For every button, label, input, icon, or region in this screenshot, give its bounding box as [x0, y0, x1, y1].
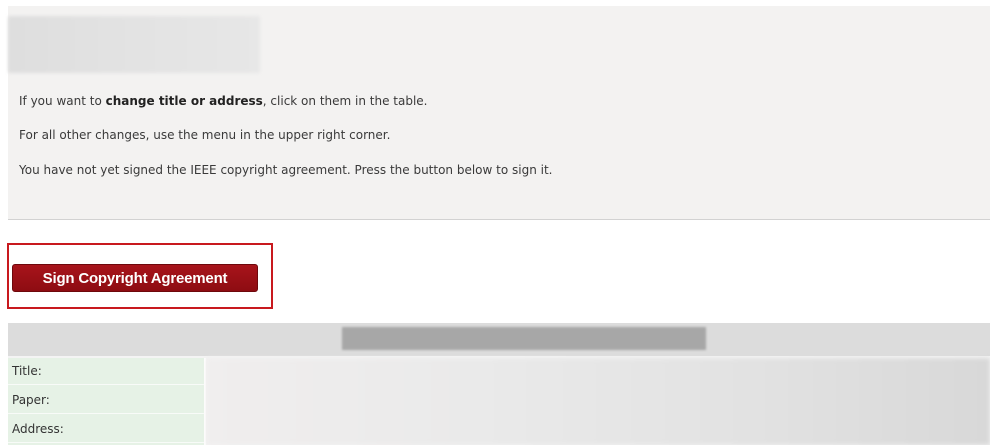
instruction-emphasis: change title or address — [105, 94, 263, 108]
title-label[interactable]: Title: — [8, 358, 204, 385]
paper-details-table: Title: Paper: Address: — [8, 323, 990, 445]
instruction-suffix: , click on them in the table. — [262, 94, 428, 108]
instruction-prefix: If you want to — [19, 94, 106, 108]
change-title-instruction: If you want to change title or address, … — [19, 93, 427, 109]
other-changes-instruction: For all other changes, use the menu in t… — [19, 128, 391, 142]
info-panel: If you want to change title or address, … — [8, 6, 990, 220]
copyright-status-message: You have not yet signed the IEEE copyrig… — [19, 163, 553, 177]
redacted-heading — [8, 16, 260, 73]
paper-label: Paper: — [8, 387, 204, 414]
address-label[interactable]: Address: — [8, 416, 204, 443]
redacted-values — [206, 358, 990, 445]
table-header — [8, 323, 990, 356]
redacted-table-heading — [342, 327, 706, 350]
sign-copyright-agreement-button[interactable]: Sign Copyright Agreement — [12, 264, 258, 292]
